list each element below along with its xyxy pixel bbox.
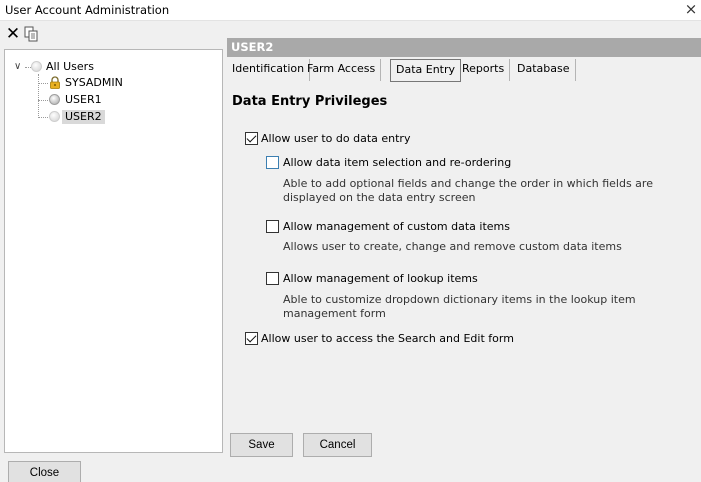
tree-node-label: SYSADMIN (65, 76, 123, 89)
circle-icon (49, 94, 60, 105)
lock-icon (49, 76, 60, 89)
tree-node-label: All Users (46, 60, 94, 73)
tree-connector (38, 117, 48, 118)
title-bar: User Account Administration × (0, 0, 701, 21)
window-close-icon[interactable]: × (684, 0, 698, 18)
selection-reordering-description: Able to add optional fields and change t… (283, 177, 653, 204)
circle-icon (49, 111, 60, 122)
tree-expander-chevron-down-icon[interactable]: ∨ (14, 61, 21, 72)
custom-items-description: Allows user to create, change and remove… (283, 240, 622, 253)
tab-identification[interactable]: Identification (227, 59, 311, 81)
user-header: USER2 (227, 38, 701, 57)
delete-user-icon[interactable]: ✕ (4, 24, 22, 44)
search-edit-label[interactable]: Allow user to access the Search and Edit… (261, 332, 514, 345)
search-edit-checkbox[interactable] (245, 332, 258, 345)
lookup-items-description: Able to customize dropdown dictionary it… (283, 293, 636, 320)
cancel-button[interactable]: Cancel (303, 433, 372, 457)
copy-icon[interactable] (23, 26, 41, 44)
tab-farm-access[interactable]: Farm Access (302, 59, 382, 81)
selection-reordering-checkbox[interactable] (266, 156, 279, 169)
lookup-items-label[interactable]: Allow management of lookup items (283, 272, 478, 285)
tree-node-label: USER1 (65, 93, 102, 106)
save-button[interactable]: Save (230, 433, 293, 457)
tree-connector (38, 100, 48, 101)
user-tree[interactable]: ∨ All Users SYSADMIN USER1 USER2 (4, 49, 223, 453)
allow-data-entry-checkbox[interactable] (245, 132, 258, 145)
custom-items-label[interactable]: Allow management of custom data items (283, 220, 510, 233)
close-button[interactable]: Close (8, 461, 81, 482)
tab-reports[interactable]: Reports (457, 59, 511, 81)
custom-items-checkbox[interactable] (266, 220, 279, 233)
tab-data-entry[interactable]: Data Entry (390, 59, 462, 82)
lookup-items-checkbox[interactable] (266, 272, 279, 285)
tab-database[interactable]: Database (512, 59, 576, 81)
section-title: Data Entry Privileges (232, 94, 388, 109)
allow-data-entry-label[interactable]: Allow user to do data entry (261, 132, 410, 145)
tree-connector (38, 74, 39, 118)
circle-icon (31, 61, 42, 72)
tree-toolbar: ✕ (0, 22, 225, 50)
tree-connector (38, 83, 48, 84)
tree-node-label-selected: USER2 (62, 110, 105, 124)
tab-strip: Identification Farm Access Data Entry Re… (227, 59, 701, 82)
window-title: User Account Administration (5, 3, 170, 17)
selection-reordering-label[interactable]: Allow data item selection and re-orderin… (283, 156, 511, 169)
